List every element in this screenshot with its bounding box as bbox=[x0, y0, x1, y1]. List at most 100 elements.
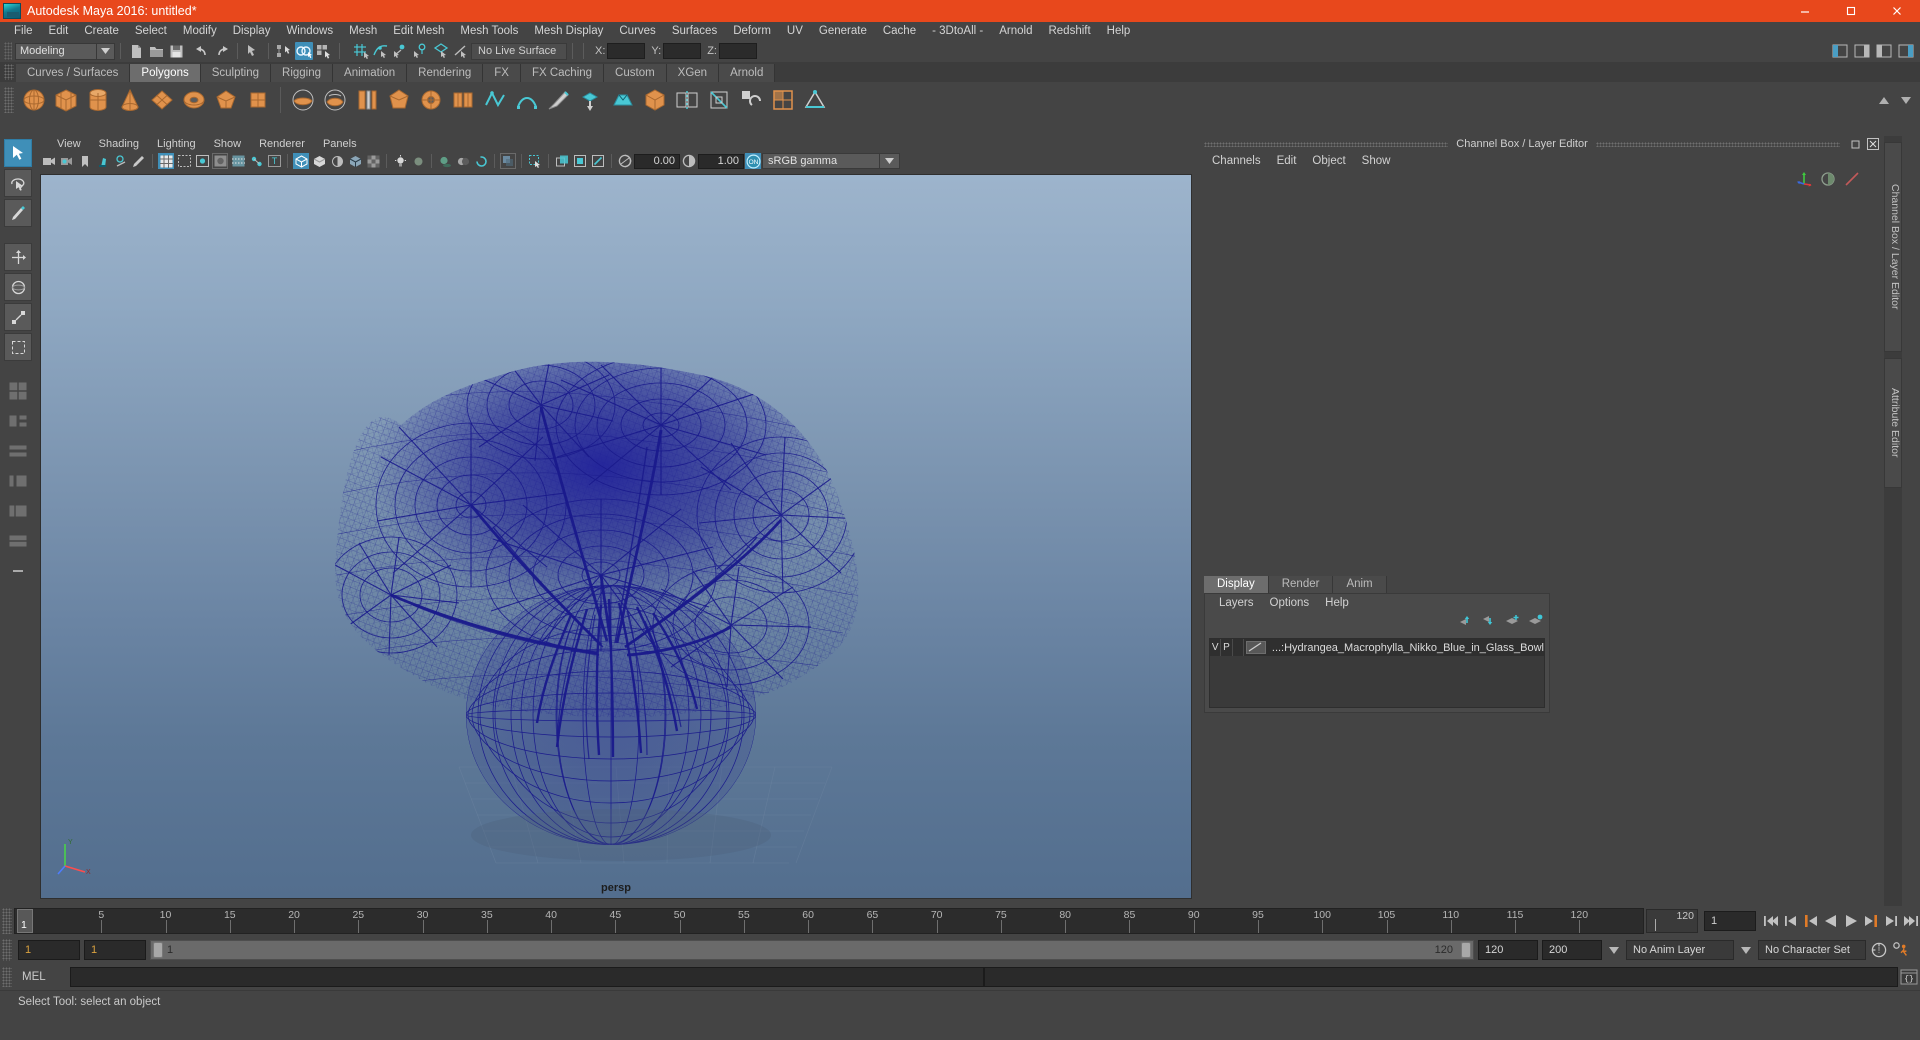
select-tool-button[interactable] bbox=[4, 139, 32, 167]
ipr-render-icon[interactable] bbox=[572, 153, 588, 169]
color-management-toggle-icon[interactable]: ON bbox=[745, 153, 761, 169]
menu-item-mesh[interactable]: Mesh bbox=[341, 22, 385, 40]
snap-to-curve-icon[interactable] bbox=[372, 42, 390, 60]
menu-item-redshift[interactable]: Redshift bbox=[1040, 22, 1098, 40]
layer-row[interactable]: V P ...:Hydrangea_Macrophylla_Nikko_Blue… bbox=[1210, 639, 1544, 656]
menu-item-edit-mesh[interactable]: Edit Mesh bbox=[385, 22, 452, 40]
quick-layout-persp-button[interactable] bbox=[4, 407, 32, 435]
panel-close-icon[interactable] bbox=[1866, 137, 1880, 151]
snap-to-projected-center-icon[interactable] bbox=[412, 42, 430, 60]
minimize-button[interactable] bbox=[1782, 0, 1828, 22]
layer-menu-help[interactable]: Help bbox=[1317, 594, 1357, 612]
close-button[interactable] bbox=[1874, 0, 1920, 22]
shelf-tab-xgen[interactable]: XGen bbox=[666, 64, 720, 82]
range-slider-start-handle[interactable] bbox=[153, 942, 163, 958]
shelf-tab-arnold[interactable]: Arnold bbox=[719, 64, 776, 82]
manipulator-axes-icon[interactable] bbox=[1796, 171, 1812, 190]
move-tool-button[interactable] bbox=[4, 243, 32, 271]
poly-cube-icon[interactable] bbox=[51, 85, 81, 115]
gamma-icon[interactable] bbox=[681, 153, 697, 169]
shelf-scroll-down-icon[interactable] bbox=[1897, 91, 1915, 109]
panel-undock-icon[interactable] bbox=[1850, 137, 1864, 151]
time-slider-grip[interactable] bbox=[2, 908, 12, 934]
shade-selected-items-icon[interactable] bbox=[329, 153, 345, 169]
wireframe-shading-icon[interactable] bbox=[293, 153, 309, 169]
snap-to-grid-icon[interactable] bbox=[352, 42, 370, 60]
vtab-attribute-editor[interactable]: Attribute Editor bbox=[1884, 358, 1902, 488]
channel-box-menu-channels[interactable]: Channels bbox=[1204, 152, 1269, 170]
toggle-grid-icon[interactable] bbox=[158, 153, 174, 169]
anti-aliasing-icon[interactable] bbox=[473, 153, 489, 169]
use-default-lighting-icon[interactable] bbox=[392, 153, 408, 169]
two-d-pan-zoom-icon[interactable] bbox=[113, 153, 129, 169]
range-slider[interactable]: 1 120 bbox=[150, 940, 1474, 960]
move-layer-up-icon[interactable] bbox=[1459, 614, 1474, 630]
menu-item-deform[interactable]: Deform bbox=[725, 22, 779, 40]
layer-tab-anim[interactable]: Anim bbox=[1333, 576, 1387, 593]
coord-field-z[interactable] bbox=[718, 43, 757, 59]
image-plane-icon[interactable] bbox=[95, 153, 111, 169]
shelf-grip[interactable] bbox=[4, 87, 14, 113]
shelf-tab-fx-caching[interactable]: FX Caching bbox=[520, 64, 605, 82]
shelf-tab-rigging[interactable]: Rigging bbox=[271, 64, 334, 82]
toggle-xray-icon[interactable] bbox=[230, 153, 246, 169]
viewport-menu-shading[interactable]: Shading bbox=[90, 136, 148, 152]
maximize-button[interactable] bbox=[1828, 0, 1874, 22]
quick-layout-single-button[interactable] bbox=[4, 377, 32, 405]
grease-pencil-icon[interactable] bbox=[131, 153, 147, 169]
menu-item-surfaces[interactable]: Surfaces bbox=[664, 22, 725, 40]
animation-start-time-field[interactable]: 1 bbox=[18, 940, 80, 960]
redo-icon[interactable] bbox=[213, 42, 231, 60]
character-set-dropdown-arrow[interactable] bbox=[1738, 946, 1754, 954]
smooth-icon[interactable] bbox=[736, 85, 766, 115]
toggle-text-display-icon[interactable]: T bbox=[266, 153, 282, 169]
layer-list[interactable]: V P ...:Hydrangea_Macrophylla_Nikko_Blue… bbox=[1209, 638, 1545, 708]
layer-playback-toggle[interactable]: P bbox=[1221, 639, 1233, 656]
command-line-input[interactable] bbox=[70, 967, 984, 987]
shading-sphere-icon[interactable] bbox=[1820, 171, 1836, 190]
poly-pyramid-icon[interactable] bbox=[243, 85, 273, 115]
use-all-lights-icon[interactable] bbox=[410, 153, 426, 169]
layer-menu-options[interactable]: Options bbox=[1262, 594, 1318, 612]
menu-set-dropdown-arrow[interactable] bbox=[97, 42, 115, 60]
new-empty-layer-icon[interactable] bbox=[1505, 614, 1520, 630]
shelf-tab-curves-surfaces[interactable]: Curves / Surfaces bbox=[16, 64, 131, 82]
shelf-tab-animation[interactable]: Animation bbox=[333, 64, 408, 82]
step-back-keyframe-button[interactable] bbox=[1782, 911, 1800, 931]
live-surface-field[interactable]: No Live Surface bbox=[471, 42, 567, 60]
bevel-icon[interactable] bbox=[608, 85, 638, 115]
viewport-menu-view[interactable]: View bbox=[48, 136, 90, 152]
paint-select-tool-button[interactable] bbox=[4, 199, 32, 227]
character-set-selector[interactable]: No Character Set bbox=[1758, 940, 1866, 960]
multicut-icon[interactable] bbox=[704, 85, 734, 115]
show-attribute-editor-icon[interactable] bbox=[1853, 42, 1871, 60]
menu-item-arnold[interactable]: Arnold bbox=[991, 22, 1040, 40]
layer-tab-render[interactable]: Render bbox=[1268, 576, 1334, 593]
scale-tool-button[interactable] bbox=[4, 303, 32, 331]
menu-item-select[interactable]: Select bbox=[127, 22, 175, 40]
layer-visibility-toggle[interactable]: V bbox=[1210, 639, 1222, 656]
isolate-select-icon[interactable] bbox=[527, 153, 543, 169]
go-to-end-button[interactable] bbox=[1902, 911, 1920, 931]
quick-layout-more-button[interactable] bbox=[4, 557, 32, 585]
toolbar-grip[interactable] bbox=[4, 42, 12, 60]
layer-menu-layers[interactable]: Layers bbox=[1211, 594, 1262, 612]
viewport-menu-show[interactable]: Show bbox=[205, 136, 251, 152]
quick-layout-outliner-button[interactable] bbox=[4, 467, 32, 495]
exposure-icon[interactable] bbox=[617, 153, 633, 169]
poly-gear-icon[interactable] bbox=[416, 85, 446, 115]
selection-mask-icon[interactable] bbox=[244, 42, 262, 60]
snap-to-point-icon[interactable] bbox=[392, 42, 410, 60]
step-forward-frame-button[interactable] bbox=[1862, 911, 1880, 931]
viewport-menu-renderer[interactable]: Renderer bbox=[250, 136, 314, 152]
motion-blur-icon[interactable] bbox=[500, 153, 516, 169]
gamma-value-field[interactable]: 1.00 bbox=[698, 153, 744, 169]
menu-item-3dtoall[interactable]: - 3DtoAll - bbox=[924, 22, 991, 40]
combine-icon[interactable] bbox=[640, 85, 670, 115]
animation-end-time-field[interactable]: 200 bbox=[1542, 940, 1602, 960]
shelf-tab-sculpting[interactable]: Sculpting bbox=[200, 64, 272, 82]
anim-layer-selector[interactable]: No Anim Layer bbox=[1626, 940, 1734, 960]
range-slider-grip[interactable] bbox=[2, 939, 12, 961]
poly-cone-icon[interactable] bbox=[115, 85, 145, 115]
select-component-icon[interactable] bbox=[315, 42, 333, 60]
